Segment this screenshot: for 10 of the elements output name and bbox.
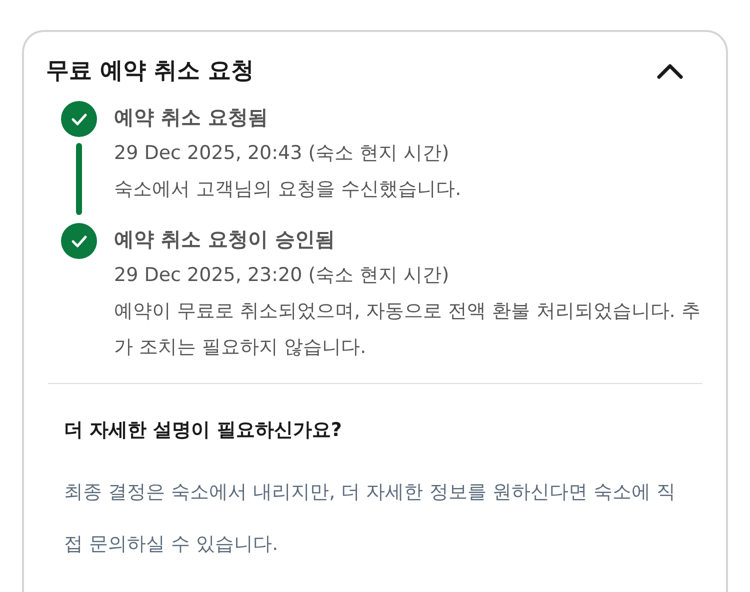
help-text: 최종 결정은 숙소에서 내리지만, 더 자세한 정보를 원하신다면 숙소에 직접 문의하실 수 있습니다. (64, 480, 676, 557)
step-title: 예약 취소 요청됨 (114, 104, 269, 130)
card-title: 무료 예약 취소 요청 (46, 57, 254, 86)
step-time: 29 Dec 2025, 23:20 (숙소 현지 시간) (114, 262, 450, 288)
chevron-icon[interactable] (656, 62, 684, 80)
step-description: 예약이 무료로 취소되었으며, 자동으로 전액 환불 처리되었습니다. 추가 조치는 필요하지 않습니다. (114, 298, 702, 360)
step-time: 29 Dec 2025, 20:43 (숙소 현지 시간) (114, 140, 450, 166)
step-title: 예약 취소 요청이 승인됨 (114, 226, 336, 252)
help-heading: 더 자세한 설명이 필요하신가요? (64, 418, 343, 442)
step-description: 숙소에서 고객님의 요청을 수신했습니다. (114, 176, 462, 202)
